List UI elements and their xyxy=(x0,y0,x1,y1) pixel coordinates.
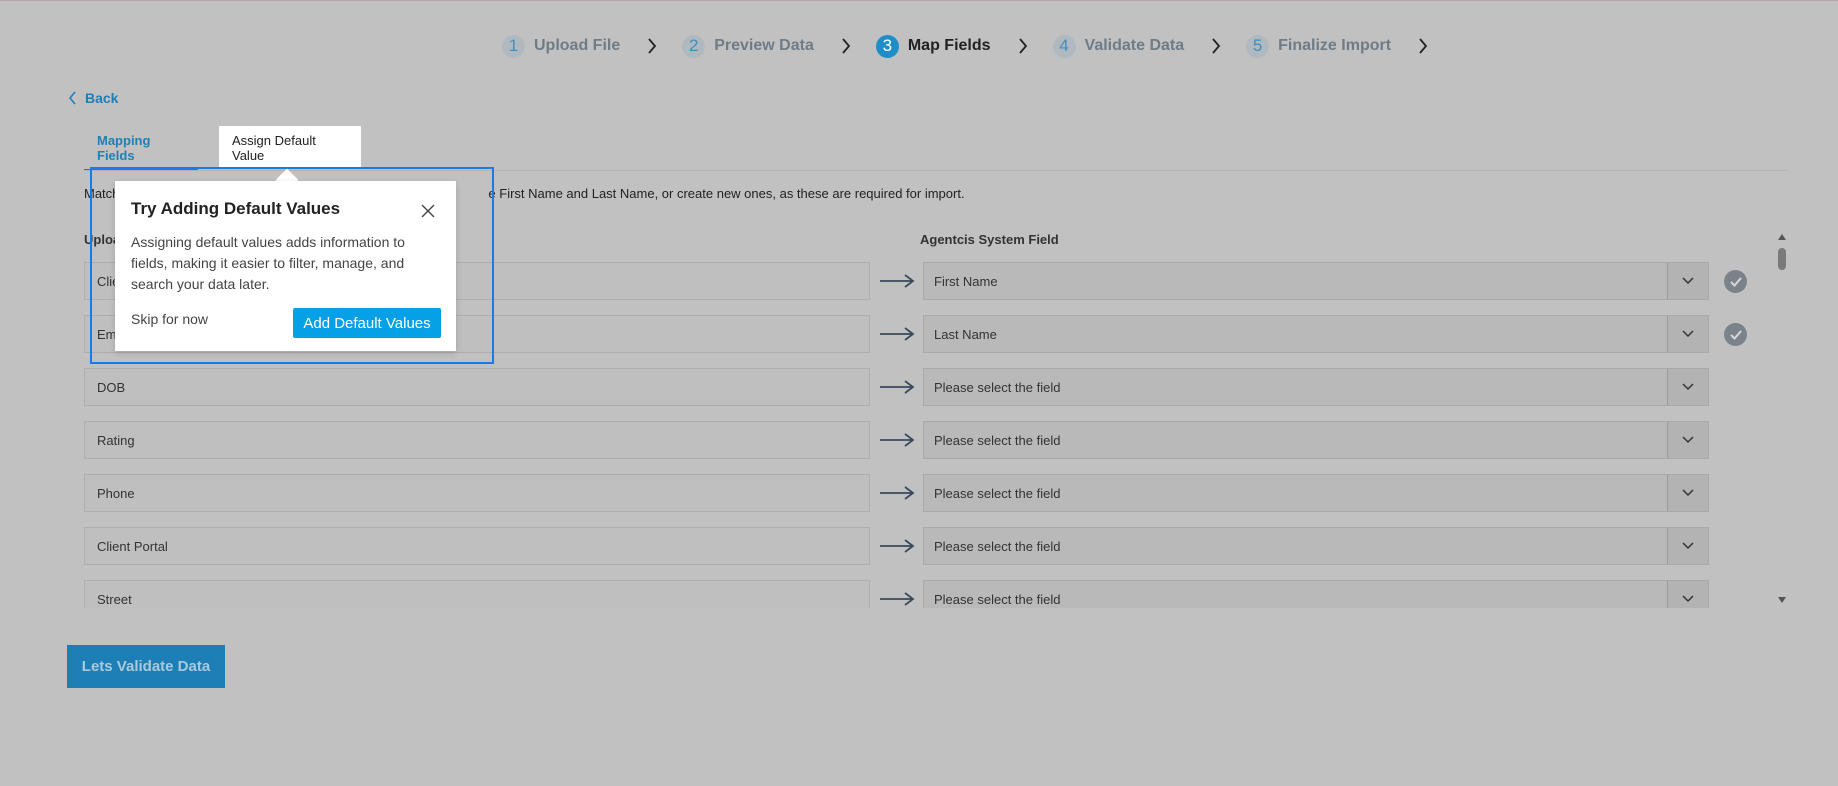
system-field-value: Please select the field xyxy=(934,591,1061,607)
check-circle-icon xyxy=(1724,323,1747,346)
uploaded-field: Rating xyxy=(84,421,870,459)
system-field-value: Please select the field xyxy=(934,379,1061,395)
add-default-values-button[interactable]: Add Default Values xyxy=(293,308,441,338)
chevron-down-icon[interactable] xyxy=(1667,475,1708,511)
lets-validate-data-button[interactable]: Lets Validate Data xyxy=(67,645,225,688)
system-field-select[interactable]: Please select the field xyxy=(923,580,1709,608)
mapping-row: Phone Please select the field xyxy=(84,474,1784,514)
arrow-right-icon xyxy=(880,380,915,394)
chevron-down-icon[interactable] xyxy=(1667,581,1708,608)
scrollbar-thumb[interactable] xyxy=(1778,248,1786,270)
arrow-right-icon xyxy=(880,539,915,553)
mapping-row: DOB Please select the field xyxy=(84,368,1784,408)
chevron-left-icon xyxy=(68,91,76,105)
chevron-down-icon[interactable] xyxy=(1667,369,1708,405)
uploaded-field: Client Portal xyxy=(84,527,870,565)
scroll-up-arrow-icon[interactable] xyxy=(1777,233,1787,241)
system-field-value: Please select the field xyxy=(934,485,1061,501)
system-field-column-header: Agentcis System Field xyxy=(920,232,1059,247)
mapping-row: Street Please select the field xyxy=(84,580,1784,608)
default-values-tour-popup: Try Adding Default Values Assigning defa… xyxy=(115,181,456,351)
chevron-down-icon[interactable] xyxy=(1667,422,1708,458)
mapping-row: Rating Please select the field xyxy=(84,421,1784,461)
skip-for-now-link[interactable]: Skip for now xyxy=(131,311,208,327)
arrow-right-icon xyxy=(880,433,915,447)
popup-body: Assigning default values adds informatio… xyxy=(131,234,405,292)
arrow-right-icon xyxy=(880,592,915,606)
step-number: 1 xyxy=(502,34,525,58)
step-upload-file[interactable]: 1 Upload File xyxy=(502,34,621,58)
system-field-value: Last Name xyxy=(934,326,997,342)
chevron-right-icon xyxy=(1011,34,1035,58)
step-label: Upload File xyxy=(534,37,621,54)
arrow-right-icon xyxy=(880,274,915,288)
system-field-select[interactable]: Last Name xyxy=(923,315,1709,353)
tab-assign-default-value[interactable]: Assign Default Value xyxy=(219,126,361,169)
system-field-value: Please select the field xyxy=(934,538,1061,554)
tab-bar: Mapping Fields Assign Default Value xyxy=(84,126,361,171)
back-link[interactable]: Back xyxy=(68,90,118,106)
chevron-right-icon xyxy=(1411,34,1435,58)
chevron-right-icon xyxy=(1204,34,1228,58)
back-label: Back xyxy=(85,90,119,106)
step-validate-data[interactable]: 4 Validate Data xyxy=(1052,34,1185,58)
step-label: Map Fields xyxy=(907,37,991,54)
system-field-select[interactable]: Please select the field xyxy=(923,527,1709,565)
step-number: 4 xyxy=(1052,34,1076,58)
step-finalize-import[interactable]: 5 Finalize Import xyxy=(1246,34,1392,58)
step-label: Finalize Import xyxy=(1278,37,1392,54)
step-label: Preview Data xyxy=(714,37,814,54)
instructions-right: e First Name and Last Name, or create ne… xyxy=(488,186,965,201)
system-field-value: First Name xyxy=(934,273,998,289)
check-circle-icon xyxy=(1724,270,1747,293)
system-field-select[interactable]: Please select the field xyxy=(923,421,1709,459)
step-preview-data[interactable]: 2 Preview Data xyxy=(682,34,814,58)
mapping-row: Client Portal Please select the field xyxy=(84,527,1784,567)
system-field-select[interactable]: First Name xyxy=(923,262,1709,300)
arrow-right-icon xyxy=(880,327,915,341)
system-field-value: Please select the field xyxy=(934,432,1061,448)
tab-mapping-fields[interactable]: Mapping Fields xyxy=(84,126,198,171)
step-map-fields[interactable]: 3 Map Fields xyxy=(875,34,991,58)
system-field-select[interactable]: Please select the field xyxy=(923,368,1709,406)
uploaded-field: Phone xyxy=(84,474,870,512)
step-number: 2 xyxy=(682,34,706,58)
scroll-down-arrow-icon[interactable] xyxy=(1777,596,1787,604)
step-label: Validate Data xyxy=(1084,37,1185,54)
close-icon[interactable] xyxy=(420,203,436,219)
top-border xyxy=(0,0,1838,1)
chevron-right-icon xyxy=(640,34,664,58)
step-number: 3 xyxy=(875,34,899,58)
uploaded-field: DOB xyxy=(84,368,870,406)
chevron-down-icon[interactable] xyxy=(1667,528,1708,564)
uploaded-field: Street xyxy=(84,580,870,608)
chevron-down-icon[interactable] xyxy=(1667,316,1708,352)
chevron-right-icon xyxy=(834,34,858,58)
popup-title: Try Adding Default Values xyxy=(131,199,341,218)
step-number: 5 xyxy=(1246,34,1270,58)
chevron-down-icon[interactable] xyxy=(1667,263,1708,299)
system-field-select[interactable]: Please select the field xyxy=(923,474,1709,512)
arrow-right-icon xyxy=(880,486,915,500)
import-stepper: 1 Upload File 2 Preview Data 3 Map Field… xyxy=(502,34,1453,58)
